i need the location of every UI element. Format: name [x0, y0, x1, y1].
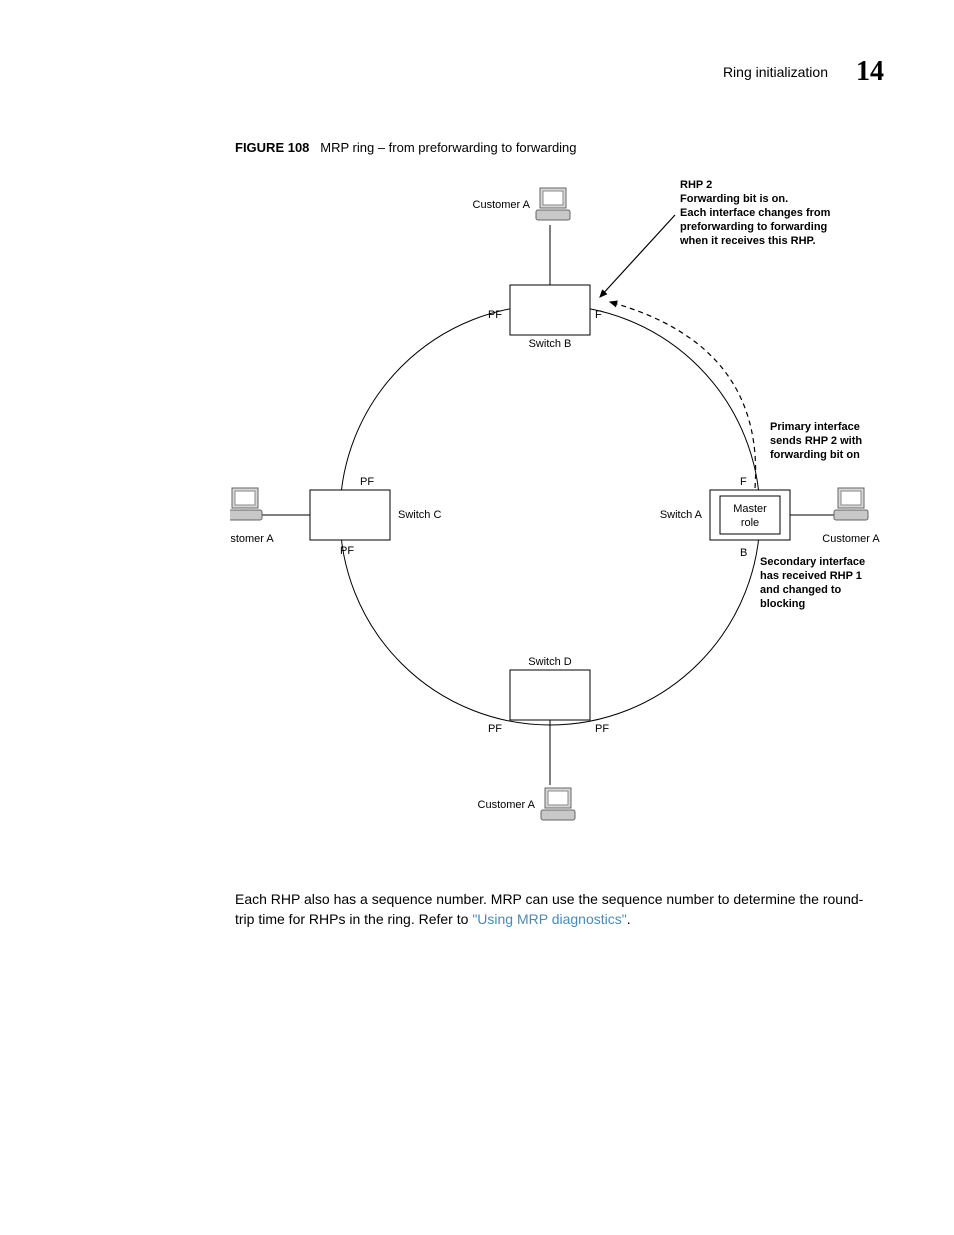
- secondary-line: and changed to: [760, 584, 842, 596]
- port-c-top: PF: [360, 476, 374, 488]
- switch-d-label: Switch D: [528, 656, 571, 668]
- secondary-line: blocking: [760, 598, 805, 610]
- section-title: Ring initialization: [723, 64, 828, 80]
- body-text-span2: .: [627, 911, 631, 927]
- primary-line: Primary interface: [770, 421, 860, 433]
- master-role-label-2: role: [741, 517, 759, 529]
- port-b-left: PF: [488, 309, 502, 321]
- rhp2-line: when it receives this RHP.: [679, 235, 816, 247]
- solid-arrow-rhp2: [600, 215, 675, 297]
- secondary-line: Secondary interface: [760, 556, 865, 568]
- computer-icon: [834, 488, 868, 520]
- rhp2-line: Forwarding bit is on.: [680, 193, 788, 205]
- port-d-left: PF: [488, 723, 502, 735]
- rhp2-line: preforwarding to forwarding: [680, 221, 827, 233]
- secondary-line: has received RHP 1: [760, 570, 862, 582]
- master-role-label-1: Master: [733, 503, 767, 515]
- switch-c-box: [310, 490, 390, 540]
- port-a-bottom: B: [740, 547, 747, 559]
- customer-right-label: Customer A: [822, 533, 880, 545]
- port-c-bottom: PF: [340, 545, 354, 557]
- page-header: Ring initialization 14: [723, 56, 884, 88]
- primary-line: sends RHP 2 with: [770, 435, 862, 447]
- switch-c-label: Switch C: [398, 509, 441, 521]
- chapter-number: 14: [856, 56, 884, 88]
- switch-b-label: Switch B: [529, 338, 572, 350]
- switch-d-box: [510, 670, 590, 720]
- port-b-right: F: [595, 309, 602, 321]
- primary-line: forwarding bit on: [770, 449, 860, 461]
- computer-icon: [541, 788, 575, 820]
- rhp2-title: RHP 2: [680, 179, 712, 191]
- computer-icon: [230, 488, 262, 520]
- customer-bottom-label: Customer A: [478, 799, 536, 811]
- diagnostics-link[interactable]: "Using MRP diagnostics": [472, 911, 626, 927]
- customer-top-label: Customer A: [473, 199, 531, 211]
- figure-label: FIGURE 108: [235, 140, 309, 155]
- figure-caption: FIGURE 108 MRP ring – from preforwarding…: [235, 140, 577, 155]
- switch-a-label: Switch A: [660, 509, 703, 521]
- mrp-ring-diagram: Switch B PF F Customer A Switch C PF PF …: [230, 170, 910, 850]
- switch-b-box: [510, 285, 590, 335]
- figure-title: MRP ring – from preforwarding to forward…: [320, 140, 576, 155]
- rhp2-line: Each interface changes from: [680, 207, 831, 219]
- customer-left-label: Customer A: [230, 533, 274, 545]
- port-d-right: PF: [595, 723, 609, 735]
- dashed-arrow-primary: [610, 302, 756, 488]
- computer-icon: [536, 188, 570, 220]
- body-paragraph: Each RHP also has a sequence number. MRP…: [235, 890, 875, 929]
- port-a-top: F: [740, 476, 747, 488]
